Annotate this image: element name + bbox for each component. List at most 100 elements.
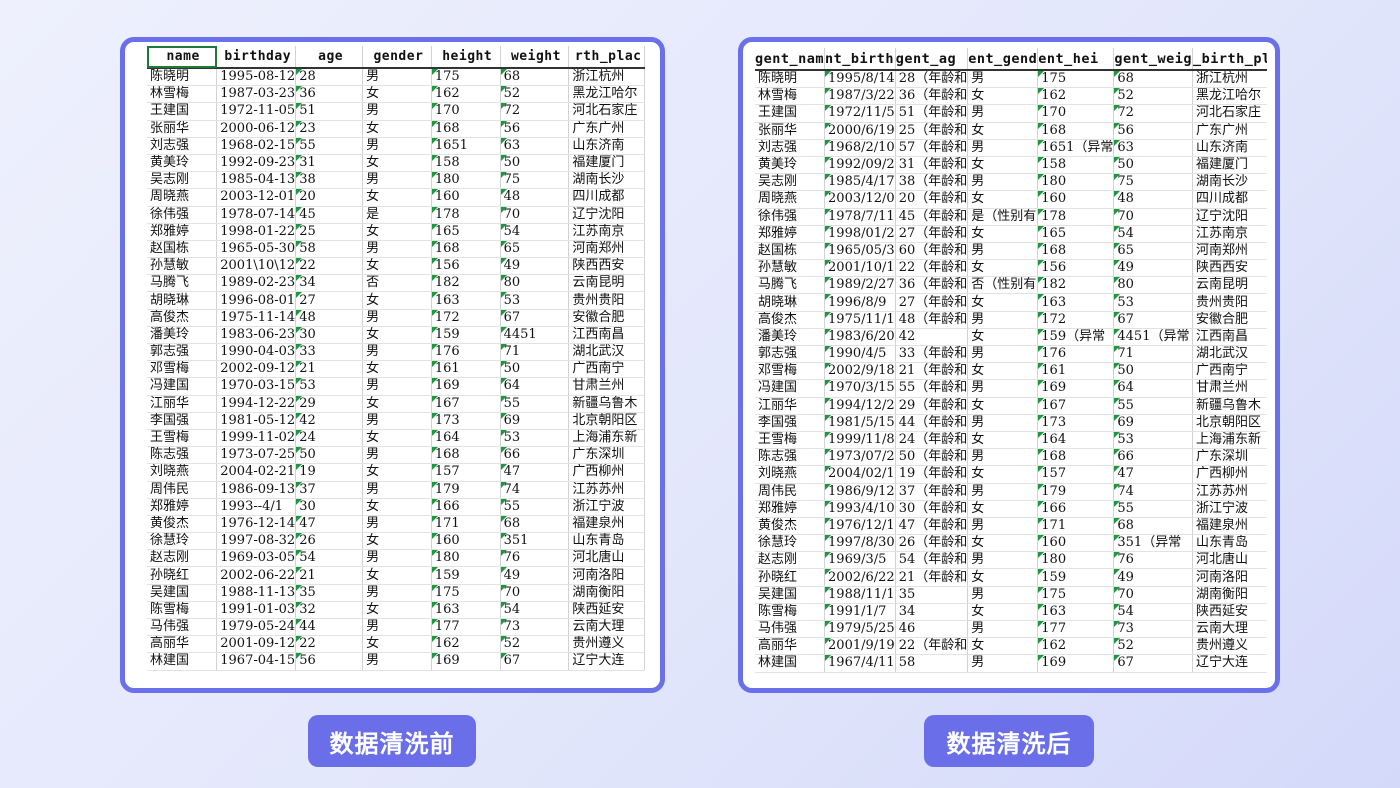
column-header[interactable]: _birth_pl [1192,48,1267,71]
table-cell[interactable]: 2002/6/22 [824,568,896,587]
table-cell[interactable]: 陈志强 [147,446,218,465]
table-cell[interactable]: 黄俊杰 [147,515,218,534]
table-cell[interactable]: 69 [1113,414,1194,432]
table-cell[interactable]: 林雪梅 [755,87,826,106]
table-cell[interactable]: 37 [295,481,364,499]
table-cell[interactable]: 55 [1113,397,1194,415]
table-cell[interactable]: 58 [295,240,364,259]
table-cell[interactable]: 162 [1037,87,1115,106]
table-cell[interactable]: 王建国 [755,104,826,123]
table-cell[interactable]: 女 [967,637,1039,656]
table-cell[interactable]: 赵志刚 [755,551,826,570]
table-cell[interactable]: 浙江杭州 [568,68,645,87]
table-cell[interactable]: 30 [295,326,364,345]
table-cell[interactable]: 163 [1037,293,1115,312]
table-cell[interactable]: 46 [895,620,969,639]
table-cell[interactable]: 1992/09/2 [824,156,896,175]
table-cell[interactable]: 60（年龄和 [895,242,969,261]
table-cell[interactable]: 47 [500,463,570,482]
table-cell[interactable]: 67 [500,652,570,671]
table-cell[interactable]: 74 [500,481,570,499]
table-cell[interactable]: 郑雅婷 [147,498,218,516]
table-cell[interactable]: 2003-12-01 [216,188,297,207]
table-cell[interactable]: 2001/10/1 [824,259,896,278]
table-cell[interactable]: 163 [1037,603,1115,622]
table-cell[interactable]: 张丽华 [755,122,826,140]
table-cell[interactable]: 33（年龄和 [895,345,969,364]
table-cell[interactable]: 河南洛阳 [568,566,645,585]
table-cell[interactable]: 陕西西安 [1192,259,1267,278]
table-cell[interactable]: 173 [431,412,501,430]
table-cell[interactable]: 56 [1113,122,1194,140]
table-cell[interactable]: 2000-06-12 [216,120,297,138]
table-cell[interactable]: 马伟强 [147,618,218,637]
table-cell[interactable]: 161 [431,360,501,379]
table-cell[interactable]: 70 [500,206,570,224]
table-cell[interactable]: 73 [500,618,570,637]
table-cell[interactable]: 冯建国 [755,379,826,398]
table-cell[interactable]: 邓雪梅 [147,360,218,379]
table-cell[interactable]: 23 [295,120,364,138]
table-cell[interactable]: 48 [295,309,364,327]
table-cell[interactable]: 180 [1037,551,1115,570]
table-cell[interactable]: 80 [1113,276,1194,295]
table-cell[interactable]: 赵国栋 [755,242,826,261]
table-cell[interactable]: 55 [500,395,570,413]
table-cell[interactable]: 高俊杰 [755,311,826,329]
table-cell[interactable]: 女 [362,257,432,276]
table-cell[interactable]: 女 [967,465,1039,484]
table-cell[interactable]: 38（年龄和 [895,173,969,192]
table-cell[interactable]: 贵州遵义 [1192,637,1267,656]
table-cell[interactable]: 男 [967,517,1039,536]
table-cell[interactable]: 22（年龄和 [895,637,969,656]
table-cell[interactable]: 50 [500,154,570,173]
table-cell[interactable]: 周伟民 [147,481,218,499]
table-cell[interactable]: 周晓燕 [147,188,218,207]
table-cell[interactable]: 女 [967,603,1039,622]
table-cell[interactable]: 1993--4/1 [216,498,297,516]
table-cell[interactable]: 1990/4/5 [824,345,896,364]
spreadsheet-before[interactable]: name birthday age gender height weight rth_pla… [147,46,645,678]
table-cell[interactable]: 1967/4/11 [824,654,896,673]
table-cell[interactable]: 72 [500,102,570,121]
table-cell[interactable]: 王雪梅 [755,431,826,450]
table-cell[interactable]: 175 [1037,70,1115,89]
table-cell[interactable]: 男 [362,343,432,362]
table-cell[interactable]: 1967-04-15 [216,652,297,671]
table-cell[interactable]: 高丽华 [755,637,826,656]
table-cell[interactable]: 男 [362,549,432,568]
table-cell[interactable]: 林建国 [755,654,826,673]
table-cell[interactable]: 42 [895,328,969,347]
table-cell[interactable]: 1970-03-15 [216,377,297,396]
table-cell[interactable]: 陕西延安 [568,601,645,620]
table-cell[interactable]: 4451（异常 [1113,328,1194,347]
table-cell[interactable]: 166 [431,498,501,516]
table-cell[interactable]: 女 [967,397,1039,415]
table-cell[interactable]: 80 [500,274,570,293]
table-cell[interactable]: 1972/11/5 [824,104,896,123]
table-cell[interactable]: 161 [1037,362,1115,381]
table-cell[interactable]: 47（年龄和 [895,517,969,536]
table-cell[interactable]: 女 [967,500,1039,518]
table-cell[interactable]: 辽宁沈阳 [1192,208,1267,226]
table-cell[interactable]: 167 [1037,397,1115,415]
table-cell[interactable]: 178 [1037,208,1115,226]
table-cell[interactable]: 1990-04-03 [216,343,297,362]
table-cell[interactable]: 女 [362,566,432,585]
table-cell[interactable]: 50（年龄和 [895,448,969,467]
table-cell[interactable]: 女 [362,532,432,551]
table-cell[interactable]: 55 [295,137,364,155]
table-cell[interactable]: 陈晓明 [147,68,218,87]
table-cell[interactable]: 1997/8/30 [824,534,896,553]
table-cell[interactable]: 30（年龄和 [895,500,969,518]
table-cell[interactable]: 男 [967,104,1039,123]
table-cell[interactable]: 171 [431,515,501,534]
table-cell[interactable]: 176 [1037,345,1115,364]
table-cell[interactable]: 林建国 [147,652,218,671]
table-cell[interactable]: 50 [295,446,364,465]
column-header[interactable]: ent_hei [1037,48,1115,71]
table-cell[interactable]: 福建厦门 [1192,156,1267,175]
table-cell[interactable]: 1983/6/20 [824,328,896,347]
table-cell[interactable]: 江苏苏州 [1192,483,1267,501]
table-cell[interactable]: 辽宁大连 [1192,654,1267,673]
